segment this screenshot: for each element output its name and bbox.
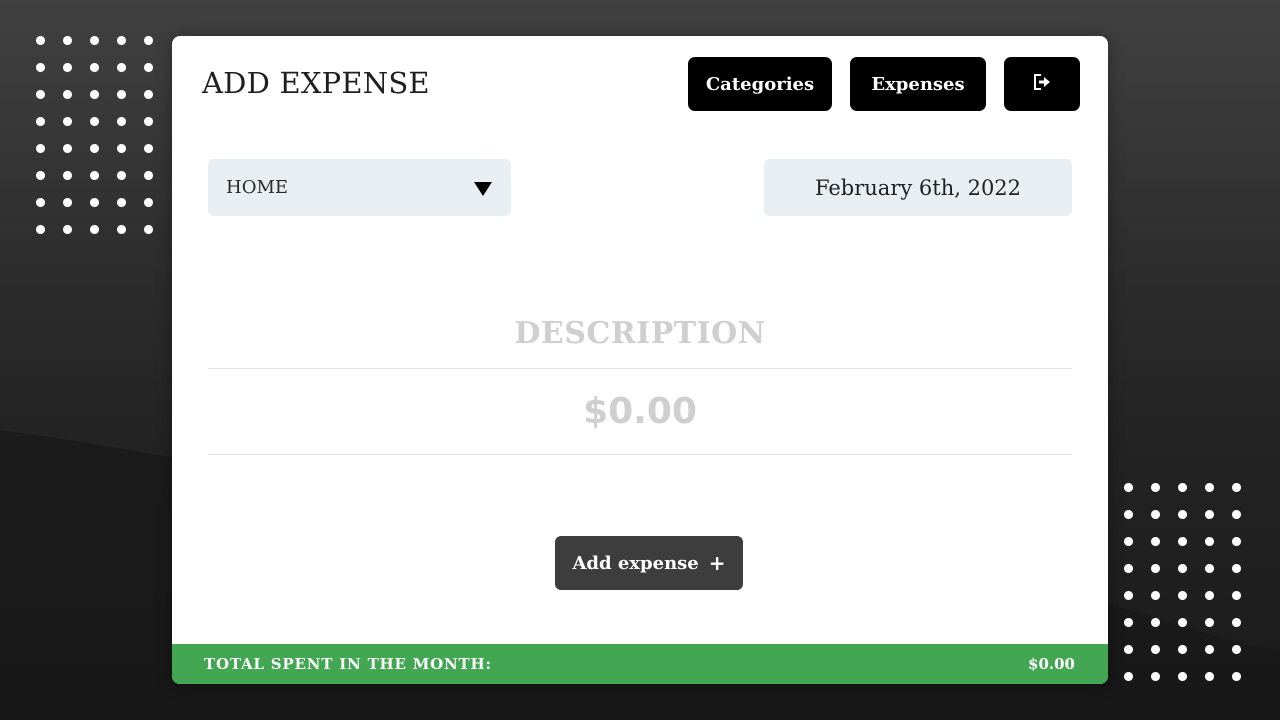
logout-button[interactable] — [1004, 57, 1080, 111]
category-select[interactable]: HOME — [208, 159, 511, 216]
date-picker[interactable]: February 6th, 2022 — [764, 159, 1072, 216]
monthly-total-bar: TOTAL SPENT IN THE MONTH: $0.00 — [172, 644, 1108, 684]
add-expense-label: Add expense — [572, 552, 699, 574]
add-expense-button[interactable]: Add expense + — [555, 536, 743, 590]
expenses-button[interactable]: Expenses — [850, 57, 986, 111]
logout-icon — [1033, 73, 1051, 95]
page-title: ADD EXPENSE — [202, 66, 430, 100]
monthly-total-label: TOTAL SPENT IN THE MONTH: — [204, 655, 492, 673]
add-expense-card: ADD EXPENSE Categories Expenses HOME Feb… — [172, 36, 1108, 684]
triangle-down-icon — [474, 181, 492, 200]
amount-input[interactable] — [208, 369, 1072, 455]
decorative-dot-grid-right — [1115, 474, 1250, 690]
monthly-total-value: $0.00 — [1028, 655, 1075, 673]
description-input[interactable] — [208, 298, 1072, 369]
plus-icon: + — [708, 551, 726, 575]
category-select-value: HOME — [226, 177, 289, 198]
categories-button[interactable]: Categories — [688, 57, 832, 111]
decorative-dot-grid-left — [27, 27, 162, 243]
